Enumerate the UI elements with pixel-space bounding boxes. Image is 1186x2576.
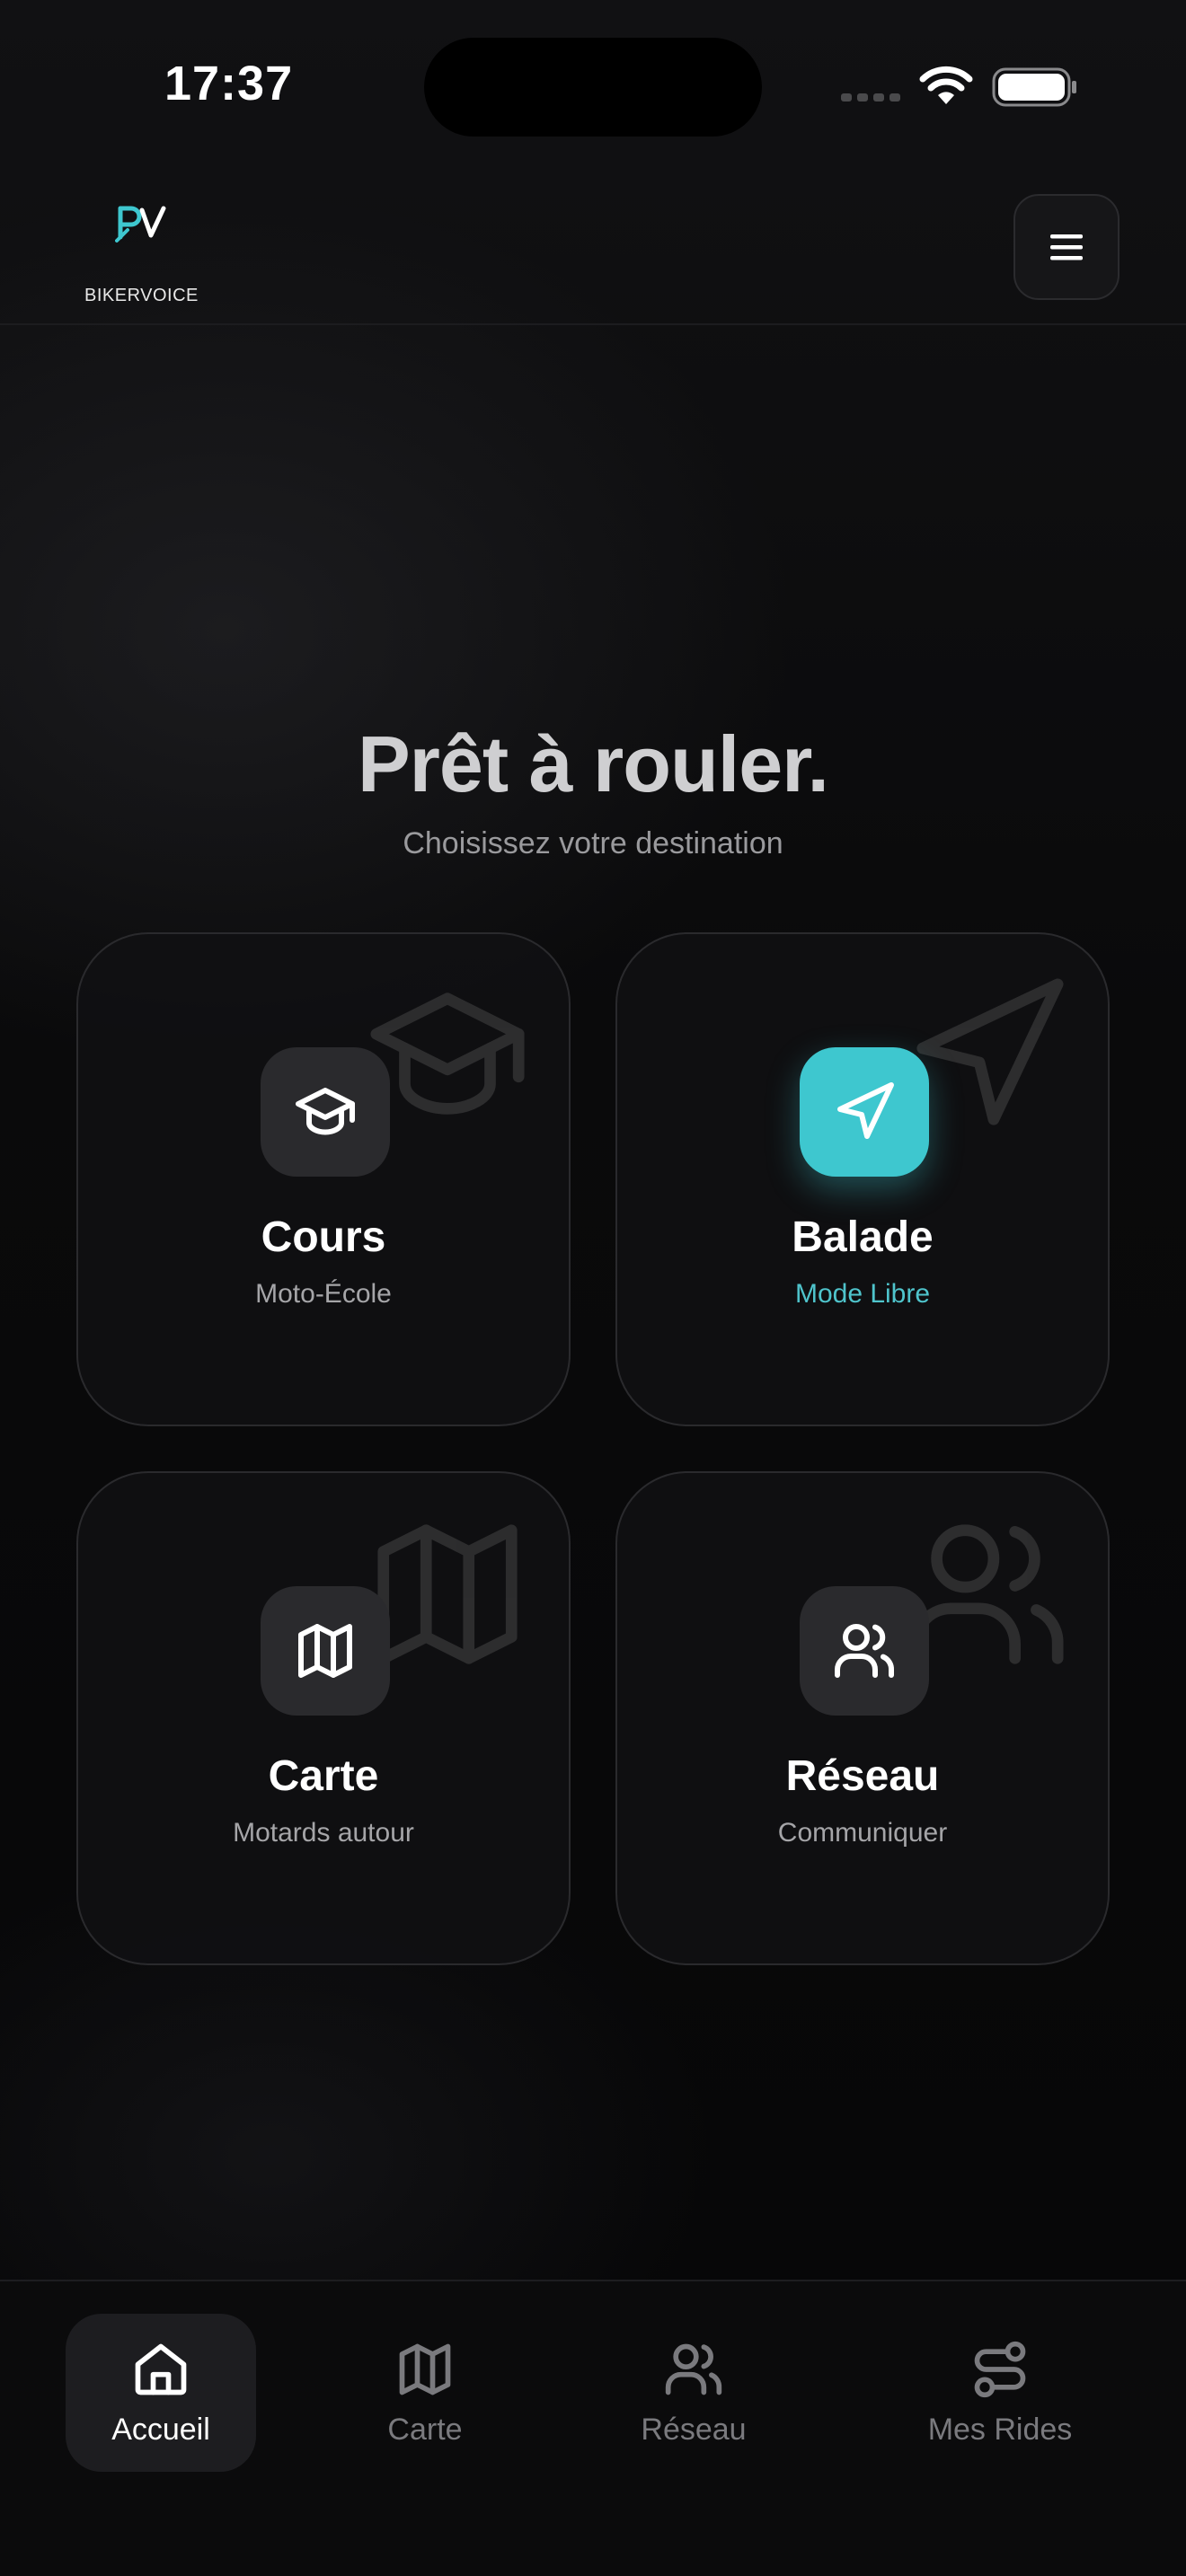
graduation-cap-icon [296,1088,355,1135]
card-title: Carte [268,1752,379,1800]
nav-label: Carte [387,2412,463,2447]
menu-button[interactable] [1013,194,1120,300]
wifi-icon [919,66,973,104]
map-icon [298,1624,352,1678]
app-logo[interactable]: BIKERVOICE [83,205,199,305]
card-cours-icon [261,1047,390,1177]
card-cours[interactable]: Cours Moto-École [76,932,571,1426]
bikervoice-logo-icon [115,206,166,243]
card-reseau-icon [800,1586,929,1716]
card-subtitle: Mode Libre [794,1279,931,1309]
logo-text: BIKERVOICE [84,286,199,305]
nav-item-mes-rides[interactable]: Mes Rides [890,2314,1111,2472]
nav-label: Accueil [111,2412,210,2447]
card-title: Cours [261,1213,386,1261]
card-subtitle: Moto-École [255,1279,392,1309]
app-header: BIKERVOICE [0,171,1186,325]
nav-item-accueil[interactable]: Accueil [66,2314,256,2472]
card-balade[interactable]: Balade Mode Libre [615,932,1110,1426]
nav-label: Réseau [641,2412,747,2447]
users-icon [835,1624,894,1678]
page-subtitle: Choisissez votre destination [403,826,783,860]
nav-label: Mes Rides [927,2412,1073,2447]
navigation-arrow-icon [837,1082,894,1139]
map-icon [399,2343,451,2395]
card-title: Balade [792,1213,934,1261]
nav-item-reseau[interactable]: Réseau [600,2314,787,2472]
route-icon [974,2341,1026,2397]
card-reseau[interactable]: Réseau Communiquer [615,1471,1110,1965]
home-icon [135,2343,187,2395]
status-time: 17:37 [164,57,294,110]
card-subtitle: Communiquer [777,1818,948,1848]
dynamic-island [424,38,762,137]
cellular-signal-icon [841,93,900,101]
page-title: Prêt à rouler. [357,719,829,808]
hamburger-menu-icon [1050,234,1083,260]
battery-icon [992,67,1076,107]
card-subtitle: Motards autour [233,1818,414,1848]
bottom-nav: Accueil Carte Réseau Mes Rides [0,2280,1186,2576]
card-title: Réseau [785,1752,940,1800]
card-balade-icon [800,1047,929,1177]
users-icon [665,2343,722,2395]
status-bar: 17:37 [0,0,1186,171]
card-carte-icon [261,1586,390,1716]
nav-item-carte[interactable]: Carte [332,2314,518,2472]
card-carte[interactable]: Carte Motards autour [76,1471,571,1965]
